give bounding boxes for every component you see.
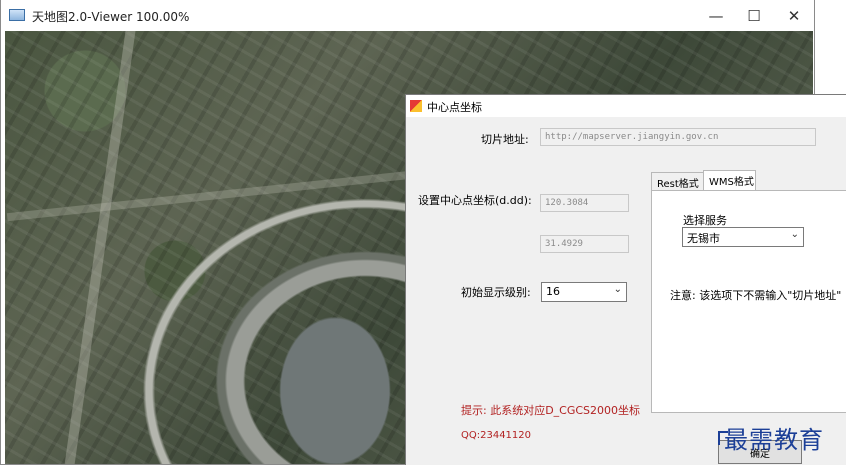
center-coordinate-dialog: 中心点坐标 切片地址: http://mapserver.jiangyin.go… bbox=[405, 94, 846, 465]
window-title: 天地图2.0-Viewer 100.00% bbox=[32, 10, 190, 24]
minimize-button[interactable]: — bbox=[696, 0, 736, 31]
tab-wms[interactable]: WMS格式 bbox=[703, 170, 756, 192]
latitude-field[interactable]: 31.4929 bbox=[540, 235, 629, 253]
service-label: 选择服务 bbox=[683, 214, 727, 227]
watermark-text: 最需教育 bbox=[724, 426, 824, 454]
dialog-title: 中心点坐标 bbox=[427, 101, 482, 114]
dialog-icon bbox=[410, 100, 422, 112]
coordinate-system-hint: 提示: 此系统对应D_CGCS2000坐标 bbox=[461, 404, 641, 417]
wms-note: 注意: 该选项下不需输入"切片地址" bbox=[670, 289, 842, 302]
app-window-icon bbox=[9, 9, 25, 21]
zoom-level-select[interactable]: 16 ⌄ bbox=[541, 282, 627, 302]
main-titlebar: 天地图2.0-Viewer 100.00% — ☐ ✕ bbox=[1, 0, 814, 31]
dialog-titlebar: 中心点坐标 bbox=[406, 95, 846, 117]
map-road bbox=[64, 31, 136, 464]
close-button[interactable]: ✕ bbox=[774, 0, 814, 31]
chevron-down-icon: ⌄ bbox=[790, 229, 799, 240]
service-value: 无锡市 bbox=[687, 232, 720, 245]
maximize-button[interactable]: ☐ bbox=[734, 0, 774, 31]
zoom-level-value: 16 bbox=[546, 285, 560, 298]
wms-tab-panel: 选择服务 无锡市 ⌄ 注意: 该选项下不需输入"切片地址" bbox=[651, 190, 846, 413]
tile-url-label: 切片地址: bbox=[481, 133, 529, 146]
tab-rest[interactable]: Rest格式 bbox=[651, 172, 704, 191]
service-select[interactable]: 无锡市 ⌄ bbox=[682, 227, 804, 247]
qq-contact: QQ:23441120 bbox=[461, 430, 532, 441]
zoom-level-label: 初始显示级别: bbox=[461, 286, 531, 299]
longitude-field[interactable]: 120.3084 bbox=[540, 194, 629, 212]
chevron-down-icon: ⌄ bbox=[613, 284, 622, 295]
tile-url-field[interactable]: http://mapserver.jiangyin.gov.cn bbox=[540, 128, 816, 146]
center-coordinate-label: 设置中心点坐标(d.dd): bbox=[418, 194, 532, 207]
